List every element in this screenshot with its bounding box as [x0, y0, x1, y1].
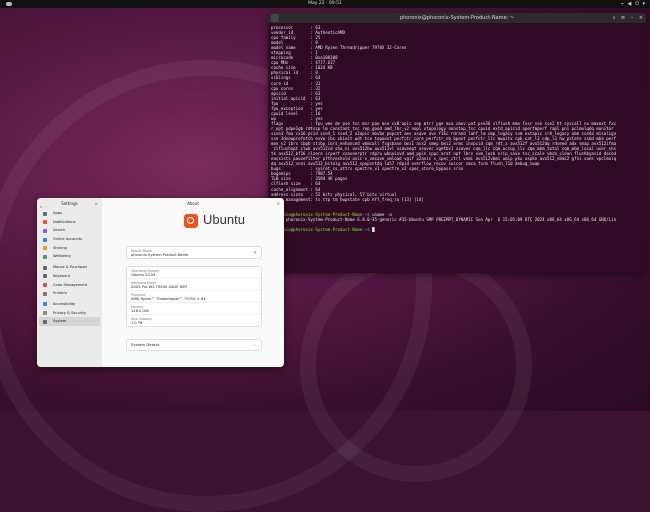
system-tray[interactable]: ⌁ ◀ ⏻ ▾	[621, 0, 646, 8]
sidebar-item-icon	[43, 302, 47, 307]
info-row: Operating System Ubuntu 22.04	[127, 267, 261, 279]
sidebar-item-icon	[43, 291, 47, 296]
sidebar-item-label: Keyboard	[53, 273, 70, 278]
cursor: █	[369, 226, 375, 232]
system-info-card: Operating System Ubuntu 22.04 Hardware Mod…	[126, 266, 262, 327]
system-details-card[interactable]: System Details ›	[126, 339, 262, 351]
info-row: Disk Capacity 1.0 TB	[127, 315, 261, 326]
settings-sidebar: ⌕ Settings ≡ Apps Notifications Search Onli…	[37, 198, 102, 367]
terminal-output[interactable]: processor : 63 vendor_id : AuthenticAMD …	[268, 23, 646, 234]
sidebar-item-label: Privacy & Security	[53, 310, 86, 315]
sidebar-item-label: System	[53, 319, 67, 324]
clock[interactable]: May 22 · 09:51	[0, 0, 650, 8]
sidebar-item-notifications[interactable]: Notifications	[39, 218, 100, 227]
sidebar-item-wellbeing[interactable]: Wellbeing	[39, 252, 100, 261]
sidebar-item-icon	[43, 237, 47, 242]
sidebar-item-search[interactable]: Search	[39, 226, 100, 235]
edit-icon[interactable]: ✎	[254, 250, 257, 255]
device-name-card[interactable]: Device Name phoronix-System-Product-Name…	[126, 246, 262, 259]
ubuntu-logo-icon	[184, 214, 198, 228]
sidebar-item-label: Color Management	[53, 282, 88, 287]
sidebar-item-icon	[43, 246, 47, 251]
sidebar-item-apps[interactable]: Apps	[39, 209, 100, 218]
sidebar-item-icon	[43, 319, 47, 324]
sidebar-item-label: Search	[53, 228, 66, 233]
terminal-title: phoronix@phoronix-System-Product-Name: ~	[399, 15, 515, 21]
info-row: Hardware Model ASUS Pro WS TRX50-SAGE WIF…	[127, 279, 261, 291]
about-header: About ×	[102, 198, 284, 209]
wallpaper-circle	[300, 250, 532, 482]
sidebar-item-icon	[43, 283, 47, 288]
menu-icon[interactable]: ≡	[95, 198, 98, 209]
sidebar-item-sharing[interactable]: Sharing	[39, 244, 100, 253]
system-details-button[interactable]: System Details ›	[127, 340, 261, 350]
close-icon[interactable]: ×	[637, 14, 645, 22]
prompt-path: :~$	[362, 226, 370, 232]
sidebar-title: Settings	[61, 201, 78, 206]
sidebar-item-icon	[43, 265, 47, 270]
about-title: About	[187, 201, 199, 206]
device-name-value: phoronix-System-Product-Name	[131, 252, 189, 257]
cpuinfo-line: flags : fpu vme de pse tsc msr pae mce c…	[271, 120, 617, 167]
about-panel: About × Ubuntu Device Name phoronix-Syst…	[102, 198, 284, 367]
info-value: ASUS Pro WS TRX50-SAGE WIFI	[131, 284, 188, 289]
chevron-right-icon: ›	[254, 342, 256, 347]
sidebar-item-printers[interactable]: Printers	[39, 289, 100, 298]
cpuinfo-output: processor : 63 vendor_id : AuthenticAMD …	[271, 25, 616, 202]
terminal-window[interactable]: phoronix@phoronix-System-Product-Name: ~…	[268, 13, 646, 273]
sidebar-item-icon	[43, 255, 47, 260]
sidebar-list: Apps Notifications Search Online Accounts Sh…	[37, 209, 102, 326]
info-value: AMD Ryzen™ Threadripper™ 7970X × 64	[131, 296, 206, 301]
cpuinfo-line: power management: ts ttp tm hwpstate cpb…	[271, 196, 424, 202]
sidebar-item-label: Apps	[53, 211, 62, 215]
ubuntu-wordmark: Ubuntu	[203, 212, 245, 227]
terminal-header[interactable]: phoronix@phoronix-System-Product-Name: ~…	[268, 13, 646, 23]
sidebar-header: ⌕ Settings ≡	[37, 198, 102, 209]
uname-output: Linux phoronix-System-Product-Name 6.8.0…	[271, 216, 617, 227]
device-name-row[interactable]: Device Name phoronix-System-Product-Name…	[127, 247, 261, 258]
sidebar-item-icon	[43, 274, 47, 279]
sidebar-item-label: Accessibility	[53, 301, 76, 306]
settings-window[interactable]: ⌕ Settings ≡ Apps Notifications Search Onli…	[37, 198, 284, 367]
top-bar: May 22 · 09:51 ⌁ ◀ ⏻ ▾	[0, 0, 650, 8]
close-icon[interactable]: ×	[277, 198, 280, 209]
prompt-user: phoronix@phoronix-System-Product-Name	[271, 226, 363, 232]
info-value: Ubuntu 22.04	[131, 272, 156, 277]
info-value: 128.0 GiB	[131, 308, 149, 313]
sidebar-item-label: Mouse & Touchpad	[53, 265, 87, 270]
sidebar-item-label: Online Accounts	[53, 237, 83, 242]
info-value: 1.0 TB	[131, 320, 143, 325]
sidebar-item-label: Printers	[53, 291, 67, 296]
info-row: Processor AMD Ryzen™ Threadripper™ 7970X …	[127, 291, 261, 303]
sidebar-item-label: Wellbeing	[53, 254, 71, 259]
sidebar-item-icon	[43, 311, 47, 316]
sidebar-item-accessibility[interactable]: Accessibility	[39, 300, 100, 309]
sidebar-item-mouse-touchpad[interactable]: Mouse & Touchpad	[39, 263, 100, 272]
sidebar-item-icon	[43, 211, 47, 216]
sidebar-item-privacy-security[interactable]: Privacy & Security	[39, 309, 100, 318]
sidebar-item-online-accounts[interactable]: Online Accounts	[39, 235, 100, 244]
sidebar-item-color-management[interactable]: Color Management	[39, 281, 100, 290]
sidebar-item-icon	[43, 228, 47, 233]
sidebar-item-system[interactable]: System	[39, 317, 100, 326]
sidebar-item-icon	[43, 220, 47, 225]
sidebar-item-label: Sharing	[53, 245, 67, 250]
minimize-icon[interactable]: –	[628, 14, 636, 22]
sidebar-item-label: Notifications	[53, 219, 76, 224]
info-row: Memory 128.0 GiB	[127, 303, 261, 315]
system-details-label: System Details	[131, 342, 160, 347]
hamburger-menu-icon[interactable]: ≡	[619, 14, 627, 22]
search-icon[interactable]: ⌕	[610, 14, 618, 22]
sidebar-item-keyboard[interactable]: Keyboard	[39, 272, 100, 281]
